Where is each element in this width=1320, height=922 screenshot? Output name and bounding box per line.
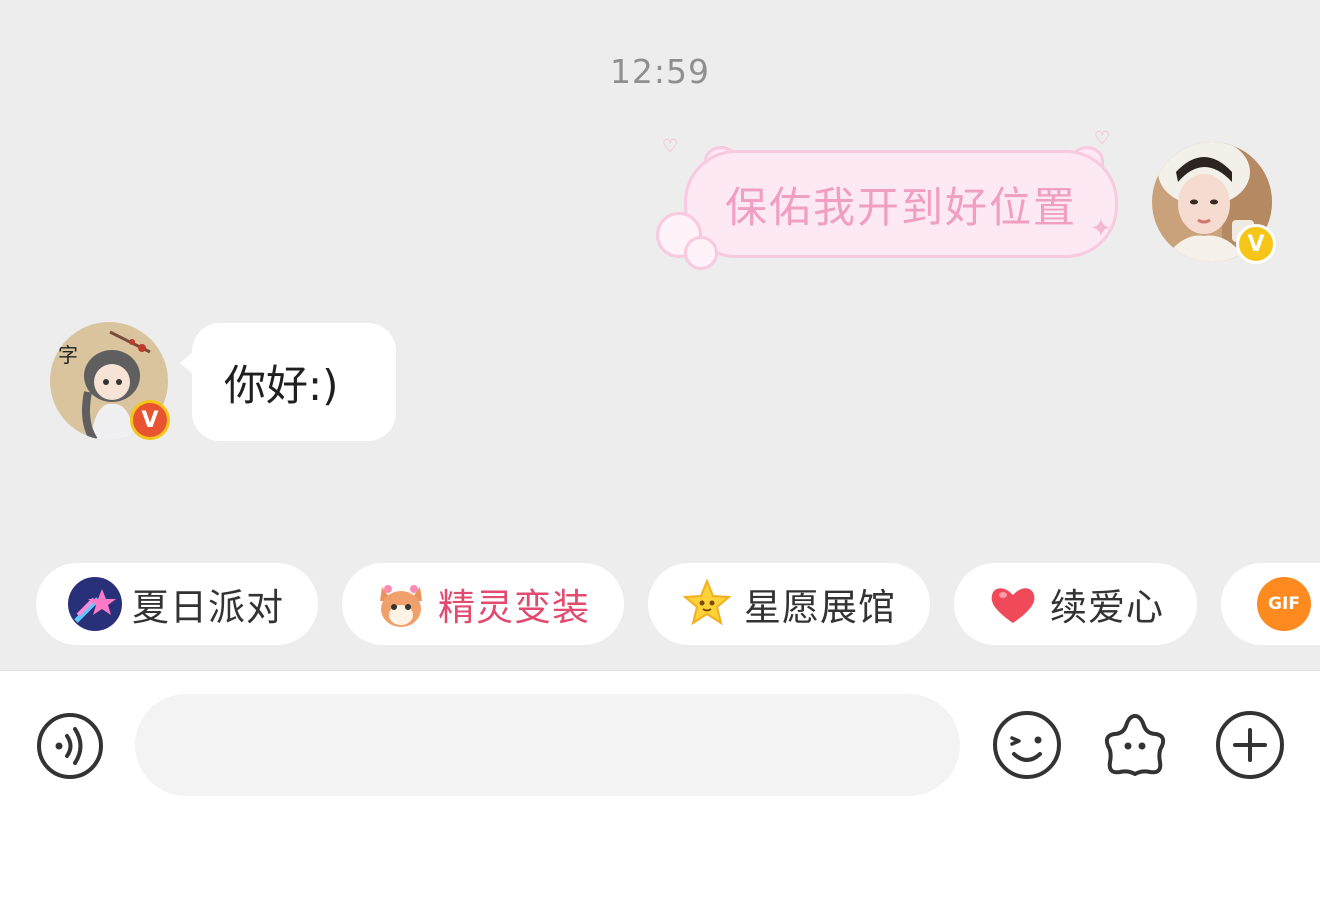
chip-summer-party[interactable]: 夏日派对	[36, 563, 318, 645]
verified-badge-icon: V	[1236, 224, 1276, 264]
verified-badge-icon: V	[130, 400, 170, 440]
chip-label: 续爱心	[1050, 586, 1164, 629]
outgoing-message-text: 保佑我开到好位置	[724, 182, 1077, 232]
chip-label: 精灵变装	[438, 586, 590, 629]
plus-icon	[1216, 711, 1284, 779]
chip-label: 星愿展馆	[744, 586, 896, 629]
more-button[interactable]	[1215, 710, 1285, 780]
emoji-button[interactable]	[992, 710, 1062, 780]
star-face-icon	[680, 577, 734, 631]
fox-spirit-icon	[374, 577, 428, 631]
voice-button[interactable]	[36, 712, 104, 780]
incoming-bubble[interactable]: 你好:)	[180, 323, 396, 441]
emoji-icon	[993, 711, 1061, 779]
user-avatar[interactable]: V	[1152, 142, 1276, 264]
sticker-button[interactable]	[1100, 710, 1170, 780]
message-input[interactable]	[135, 694, 960, 796]
contact-avatar[interactable]: 字 V	[50, 322, 170, 440]
chip-label: 夏日派对	[132, 586, 284, 629]
voice-icon	[37, 713, 103, 779]
outgoing-message[interactable]: 保佑我开到好位置 ♡ ♡ ✦	[652, 128, 1127, 273]
gif-icon: GIF	[1257, 577, 1311, 631]
shooting-star-icon	[68, 577, 122, 631]
flower-decoration	[684, 236, 718, 270]
heart-decoration-icon: ♡	[1094, 128, 1111, 149]
heart-icon	[986, 577, 1040, 631]
incoming-message-text: 你好:)	[224, 360, 339, 410]
chip-star-wish-gallery[interactable]: 星愿展馆	[648, 563, 930, 645]
outgoing-bubble[interactable]: 保佑我开到好位置	[684, 150, 1118, 258]
chip-spirit-dressup[interactable]: 精灵变装	[342, 563, 624, 645]
gif-icon-label: GIF	[1268, 594, 1300, 614]
sticker-icon	[1104, 714, 1166, 776]
chip-gif[interactable]: GIF	[1221, 563, 1320, 645]
chat-area: 12:59 保佑我开到好位置 ♡ ♡ ✦ V 字 V 你好:) 夏日派对 精灵变…	[0, 0, 1320, 670]
message-timestamp: 12:59	[609, 52, 711, 91]
heart-decoration-icon: ♡	[662, 136, 679, 157]
chip-renew-heart[interactable]: 续爱心	[954, 563, 1197, 645]
svg-text:字: 字	[58, 343, 78, 367]
sparkle-decoration-icon: ✦	[1090, 214, 1112, 244]
